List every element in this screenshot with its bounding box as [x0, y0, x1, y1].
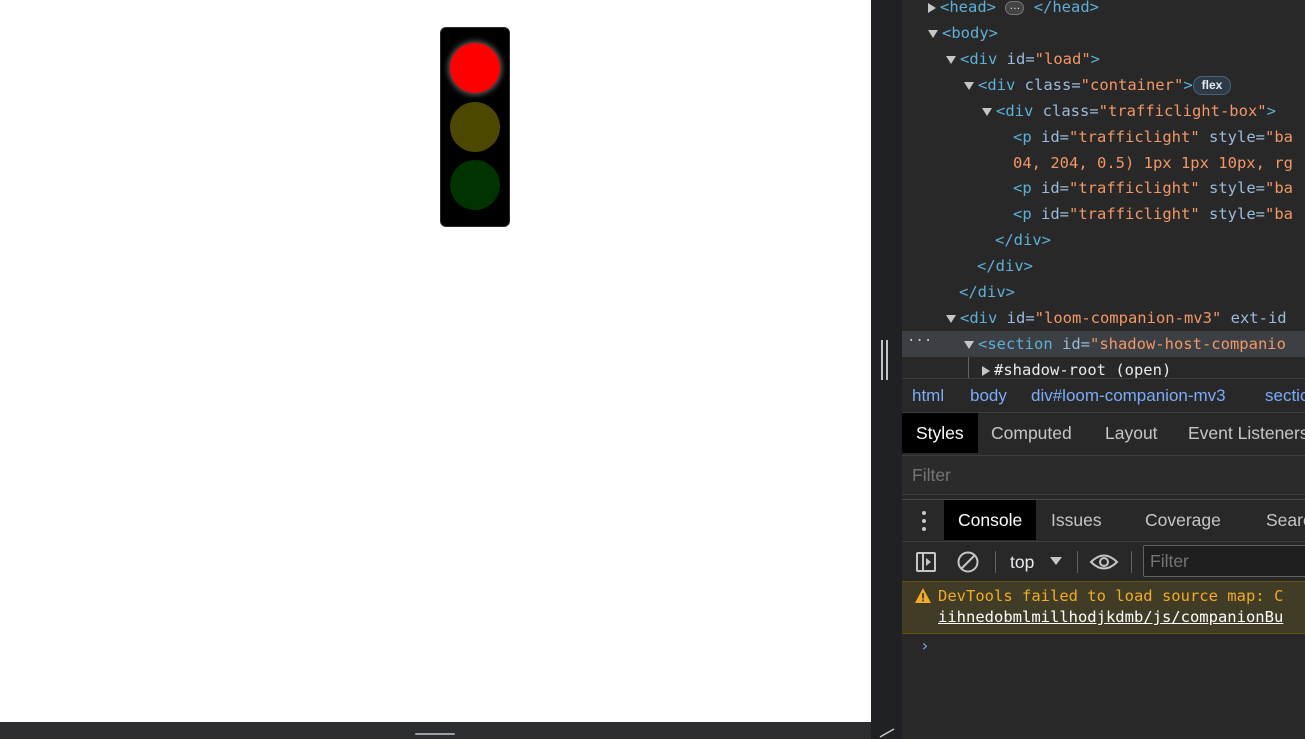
- dom-node-div-load[interactable]: <div id="load">: [946, 46, 1100, 72]
- breadcrumb-section[interactable]: sectio: [1265, 379, 1305, 413]
- tab-styles[interactable]: Styles: [902, 413, 978, 453]
- chevron-down-icon[interactable]: [1050, 557, 1062, 565]
- styles-filter-input[interactable]: [912, 464, 1292, 486]
- tab-issues[interactable]: Issues: [1051, 500, 1102, 540]
- toolbar-divider: [1131, 551, 1132, 573]
- drawer-tabs: Console Issues Coverage Searc: [902, 499, 1305, 542]
- red-lamp: [450, 43, 500, 93]
- dom-node-shadow-root[interactable]: #shadow-root (open): [982, 357, 1171, 378]
- warning-text: DevTools failed to load source map: C: [938, 587, 1284, 605]
- resize-corner-icon[interactable]: [878, 728, 896, 738]
- dom-node-close-div[interactable]: </div>: [995, 227, 1051, 253]
- collapsed-content-badge[interactable]: …: [1005, 0, 1025, 15]
- dom-node-p-trafficlight[interactable]: <p id="trafficlight" style="ba: [1013, 201, 1293, 227]
- dom-node-section-shadow-host[interactable]: <section id="shadow-host-companio: [964, 331, 1286, 357]
- dom-node-div-container[interactable]: <div class="container"> flex: [964, 72, 1232, 98]
- dom-node-body[interactable]: <body>: [928, 20, 998, 46]
- node-actions-icon[interactable]: ···: [907, 331, 932, 357]
- dom-node-style-continued[interactable]: 04, 204, 0.5) 1px 1px 10px, rg: [1013, 150, 1293, 176]
- breadcrumb: html body div#loom-companion-mv3 sectio: [902, 378, 1305, 413]
- dom-node-p-trafficlight[interactable]: <p id="trafficlight" style="ba: [1013, 175, 1293, 201]
- console-warning-message: DevTools failed to load source map: C ii…: [902, 581, 1305, 634]
- elements-tree: ··· <head> … </head> <body> <div id="loa…: [902, 0, 1305, 378]
- warning-icon: [915, 588, 931, 603]
- clear-console-icon[interactable]: [956, 550, 980, 574]
- more-tabs-icon[interactable]: [922, 511, 926, 531]
- collapse-icon[interactable]: [946, 314, 956, 323]
- tab-computed[interactable]: Computed: [991, 413, 1072, 453]
- dom-node-head[interactable]: <head> … </head>: [928, 0, 1099, 20]
- collapse-icon[interactable]: [964, 81, 974, 90]
- breadcrumb-div-loom[interactable]: div#loom-companion-mv3: [1031, 379, 1226, 413]
- tab-event-listeners[interactable]: Event Listeners: [1188, 413, 1305, 453]
- splitter-grip-icon[interactable]: [881, 340, 889, 380]
- collapse-icon[interactable]: [982, 107, 992, 116]
- context-selector[interactable]: top: [1010, 550, 1034, 574]
- source-link[interactable]: iihnedobmlmillhodjkdmb/js/companionBu: [938, 607, 1283, 628]
- tab-console[interactable]: Console: [944, 500, 1037, 540]
- sidebar-tabs: Styles Computed Layout Event Listeners: [902, 412, 1305, 455]
- tab-coverage[interactable]: Coverage: [1145, 500, 1221, 540]
- dom-node-loom-companion[interactable]: <div id="loom-companion-mv3" ext-id: [946, 305, 1287, 331]
- toolbar-divider: [995, 551, 996, 573]
- dom-node-close-div[interactable]: </div>: [977, 253, 1033, 279]
- console-prompt[interactable]: ›: [920, 634, 930, 658]
- viewport-bottom-bar: [0, 722, 871, 739]
- traffic-light-box: [440, 27, 510, 227]
- tab-search[interactable]: Searc: [1266, 500, 1305, 540]
- flex-badge[interactable]: flex: [1192, 76, 1232, 95]
- styles-filter-bar: [902, 455, 1305, 495]
- toolbar-divider: [1077, 551, 1078, 573]
- dom-node-p-trafficlight[interactable]: <p id="trafficlight" style="ba: [1013, 124, 1293, 150]
- expand-icon[interactable]: [982, 365, 990, 376]
- eye-icon[interactable]: [1089, 551, 1119, 573]
- breadcrumb-html[interactable]: html: [912, 379, 944, 413]
- collapse-icon[interactable]: [946, 55, 956, 64]
- drawer-resize-handle[interactable]: [415, 733, 455, 735]
- page-viewport: [0, 0, 871, 722]
- expand-icon[interactable]: [928, 2, 936, 13]
- dom-node-close-div[interactable]: </div>: [959, 279, 1015, 305]
- console-toolbar: top: [902, 541, 1305, 582]
- breadcrumb-body[interactable]: body: [970, 379, 1007, 413]
- collapse-icon[interactable]: [928, 29, 938, 38]
- console-filter-input[interactable]: [1143, 545, 1305, 577]
- devtools-panel: ··· <head> … </head> <body> <div id="loa…: [902, 0, 1305, 739]
- tab-layout[interactable]: Layout: [1105, 413, 1158, 453]
- sidebar-toggle-icon[interactable]: [915, 551, 937, 573]
- green-lamp: [450, 160, 500, 210]
- dom-node-trafficlight-box[interactable]: <div class="trafficlight-box">: [982, 98, 1276, 124]
- tree-guide-line: [968, 357, 969, 378]
- collapse-icon[interactable]: [964, 340, 974, 349]
- yellow-lamp: [450, 102, 500, 152]
